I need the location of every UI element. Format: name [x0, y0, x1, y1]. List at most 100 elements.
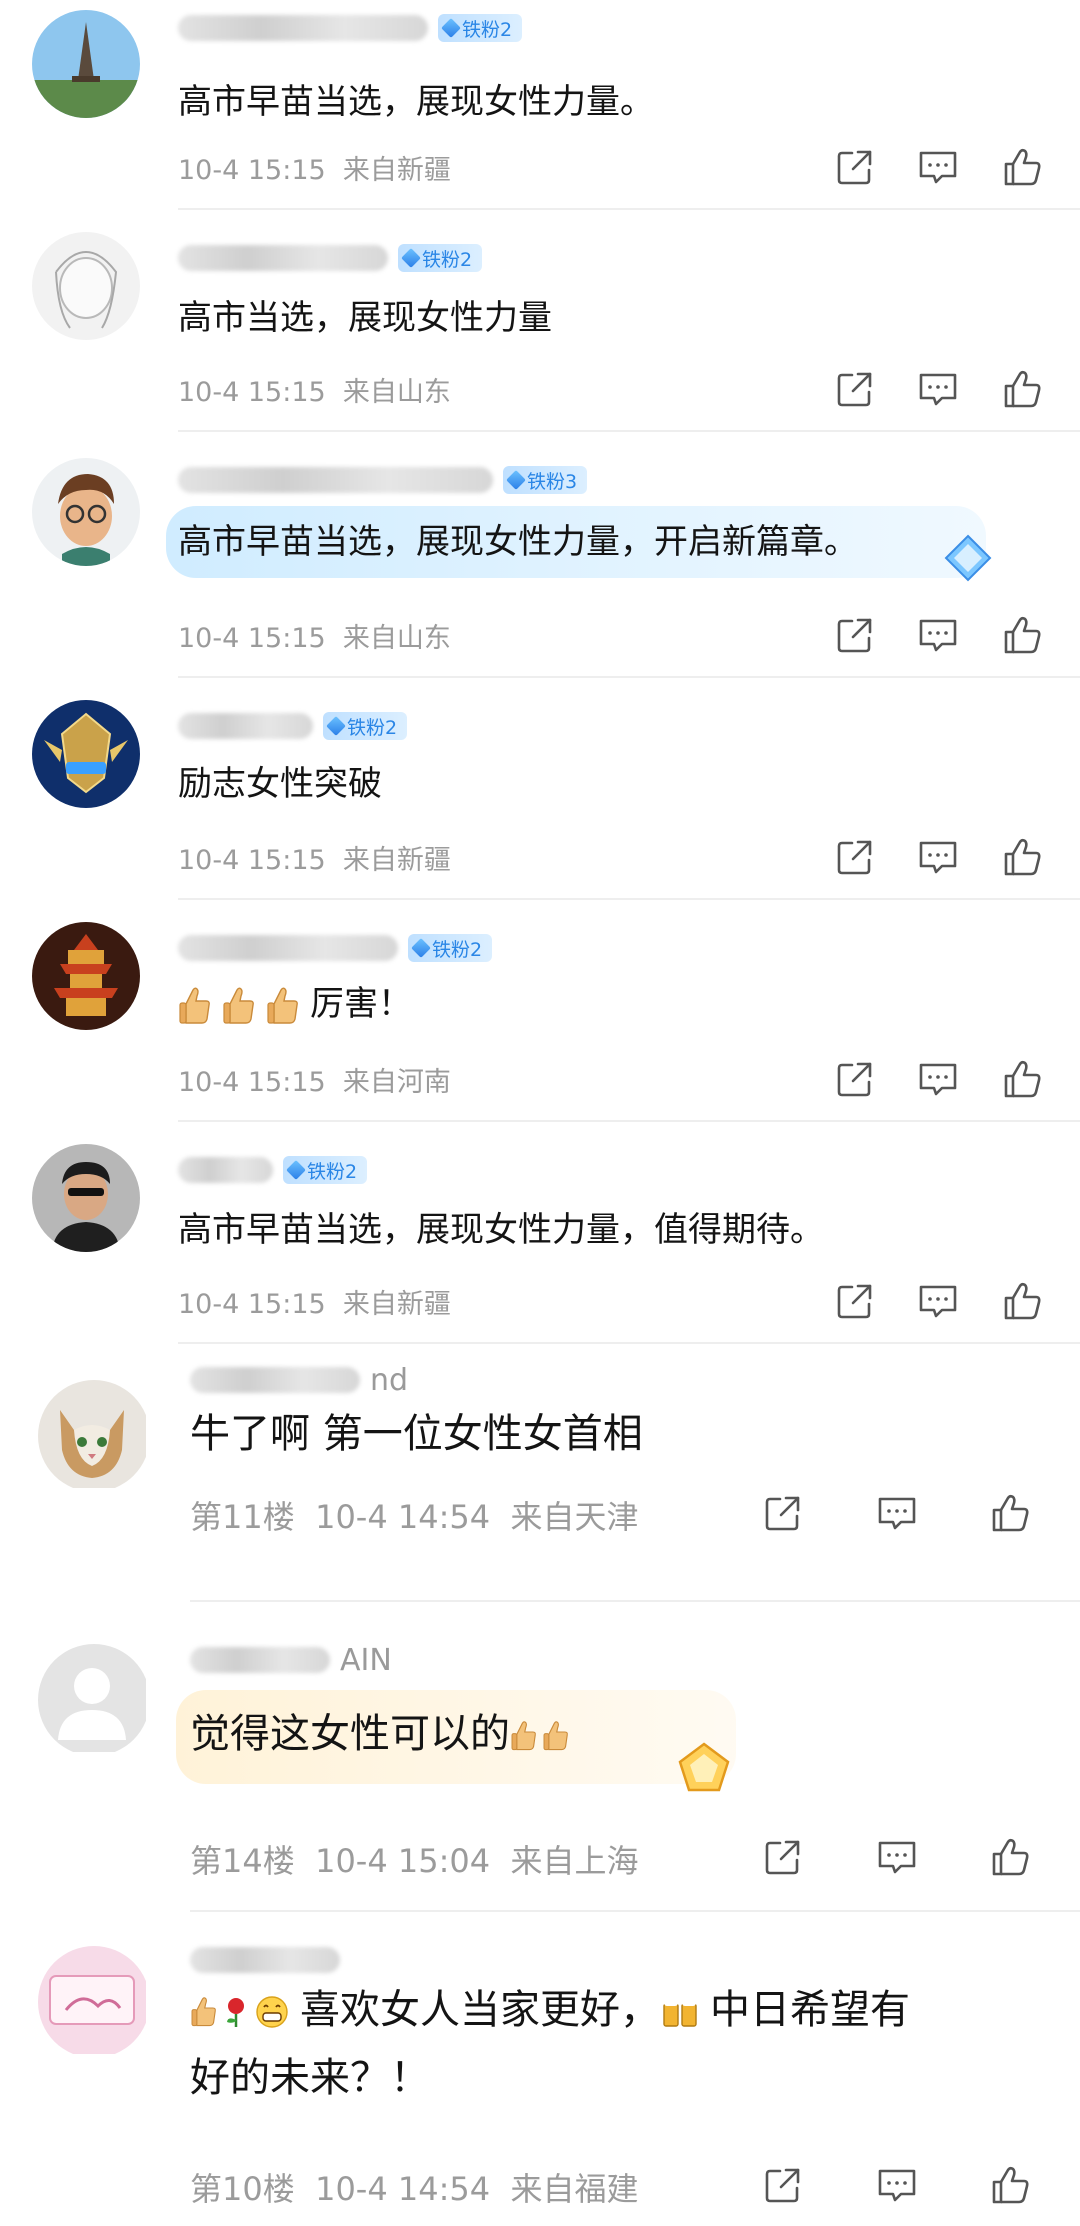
username[interactable]: 铁粉2 — [178, 928, 493, 968]
avatar[interactable] — [38, 1644, 150, 1756]
username[interactable]: AIN — [190, 1640, 392, 1680]
comment-location: 来自山东 — [342, 377, 451, 408]
like-icon[interactable] — [988, 2162, 1034, 2208]
divider — [178, 898, 1080, 900]
avatar[interactable] — [32, 232, 140, 340]
like-icon[interactable] — [1000, 834, 1046, 880]
username[interactable]: nd — [190, 1360, 408, 1400]
comment-time: 10-4 15:04 — [315, 1842, 491, 1880]
blurred-username — [190, 1947, 340, 1973]
diamond-icon — [411, 938, 431, 958]
thumbs-up-emoji — [222, 986, 256, 1026]
share-icon[interactable] — [832, 1278, 878, 1324]
comment-meta: 10-4 15:15 来自新疆 — [178, 148, 451, 187]
comment-time: 10-4 15:15 — [178, 377, 326, 408]
username[interactable] — [190, 1940, 340, 1980]
comment-text: 高市当选，展现女性力量 — [178, 298, 552, 338]
blurred-username — [178, 245, 388, 271]
comment-icon[interactable] — [874, 1834, 920, 1880]
floor-number: 第10楼 — [190, 2170, 295, 2208]
fan-level-badge: 铁粉3 — [503, 466, 588, 494]
comment-icon[interactable] — [915, 144, 961, 190]
comment-location: 来自天津 — [510, 1498, 639, 1536]
comment-location: 来自上海 — [510, 1842, 639, 1880]
comment-text: 觉得这女性可以的 — [190, 1706, 574, 1762]
like-icon[interactable] — [988, 1490, 1034, 1536]
blurred-username — [190, 1367, 360, 1393]
fan-level-badge: 铁粉2 — [398, 244, 483, 272]
comment-location: 来自新疆 — [342, 845, 451, 876]
pentagon-gem-decoration-icon — [678, 1742, 730, 1792]
username-fragment: AIN — [340, 1642, 392, 1678]
share-icon[interactable] — [832, 144, 878, 190]
comment-time: 10-4 14:54 — [315, 1498, 491, 1536]
comment-text: 牛了啊 第一位女性女首相 — [190, 1411, 643, 1457]
username[interactable]: 铁粉2 — [178, 8, 523, 48]
badge-label: 铁粉2 — [347, 716, 398, 739]
comment-text-line2: 好的未来？！ — [190, 2055, 430, 2101]
like-icon[interactable] — [1000, 1056, 1046, 1102]
comment-text: 高市早苗当选，展现女性力量。 — [178, 82, 654, 122]
like-icon[interactable] — [988, 1834, 1034, 1880]
avatar[interactable] — [32, 700, 140, 808]
comment-text-content: 厉害！ — [310, 984, 412, 1024]
comment-icon[interactable] — [915, 1278, 961, 1324]
username[interactable]: 铁粉2 — [178, 238, 483, 278]
avatar[interactable] — [32, 922, 140, 1030]
share-icon[interactable] — [832, 366, 878, 412]
badge-label: 铁粉2 — [422, 248, 473, 271]
like-icon[interactable] — [1000, 1278, 1046, 1324]
share-icon[interactable] — [760, 1490, 806, 1536]
divider — [178, 208, 1080, 210]
comment-icon[interactable] — [874, 1490, 920, 1536]
avatar[interactable] — [32, 458, 140, 566]
blurred-username — [178, 15, 428, 41]
username[interactable]: 铁粉2 — [178, 706, 408, 746]
comment-time: 10-4 15:15 — [178, 845, 326, 876]
comment-meta: 10-4 15:15 来自山东 — [178, 616, 451, 655]
comment-icon[interactable] — [915, 612, 961, 658]
avatar[interactable] — [32, 10, 140, 118]
comment-location: 来自新疆 — [342, 155, 451, 186]
comment-icon[interactable] — [874, 2162, 920, 2208]
fan-level-badge: 铁粉2 — [323, 712, 408, 740]
comment-meta: 10-4 15:15 来自新疆 — [178, 1282, 451, 1321]
avatar[interactable] — [38, 1380, 150, 1492]
comment-icon[interactable] — [915, 834, 961, 880]
diamond-icon — [506, 470, 526, 490]
share-icon[interactable] — [760, 1834, 806, 1880]
comment-icon[interactable] — [915, 366, 961, 412]
fan-level-badge: 铁粉2 — [283, 1156, 368, 1184]
badge-label: 铁粉2 — [307, 1160, 358, 1183]
comment-text-content-2: 中日希望有 — [710, 1987, 910, 2033]
comment-location: 来自福建 — [510, 2170, 639, 2208]
badge-label: 铁粉3 — [527, 470, 578, 493]
comment-time: 10-4 15:15 — [178, 623, 326, 654]
thumbs-up-emoji — [190, 1996, 218, 2028]
comment-meta: 10-4 15:15 来自山东 — [178, 370, 451, 409]
comment-text: 高市早苗当选，展现女性力量，值得期待。 — [178, 1210, 824, 1250]
username[interactable]: 铁粉2 — [178, 1150, 368, 1190]
divider — [178, 430, 1080, 432]
like-icon[interactable] — [1000, 366, 1046, 412]
username-fragment: nd — [370, 1362, 409, 1398]
avatar[interactable] — [32, 1144, 140, 1252]
share-icon[interactable] — [832, 834, 878, 880]
comment-icon[interactable] — [915, 1056, 961, 1102]
like-icon[interactable] — [1000, 612, 1046, 658]
comment-text: 高市早苗当选，展现女性力量，开启新篇章。 — [178, 522, 858, 562]
divider — [178, 1342, 1080, 1344]
share-icon[interactable] — [760, 2162, 806, 2208]
avatar[interactable] — [38, 1946, 150, 2058]
share-icon[interactable] — [832, 1056, 878, 1102]
diamond-icon — [326, 716, 346, 736]
username[interactable]: 铁粉3 — [178, 460, 588, 500]
comment-time: 10-4 14:54 — [315, 2170, 491, 2208]
blurred-username — [190, 1647, 330, 1673]
like-icon[interactable] — [1000, 144, 1046, 190]
comment-time: 10-4 15:15 — [178, 155, 326, 186]
comment-location: 来自山东 — [342, 623, 451, 654]
share-icon[interactable] — [832, 612, 878, 658]
comment-meta: 10-4 15:15 来自河南 — [178, 1060, 451, 1099]
thumbs-up-emoji — [542, 1720, 570, 1752]
